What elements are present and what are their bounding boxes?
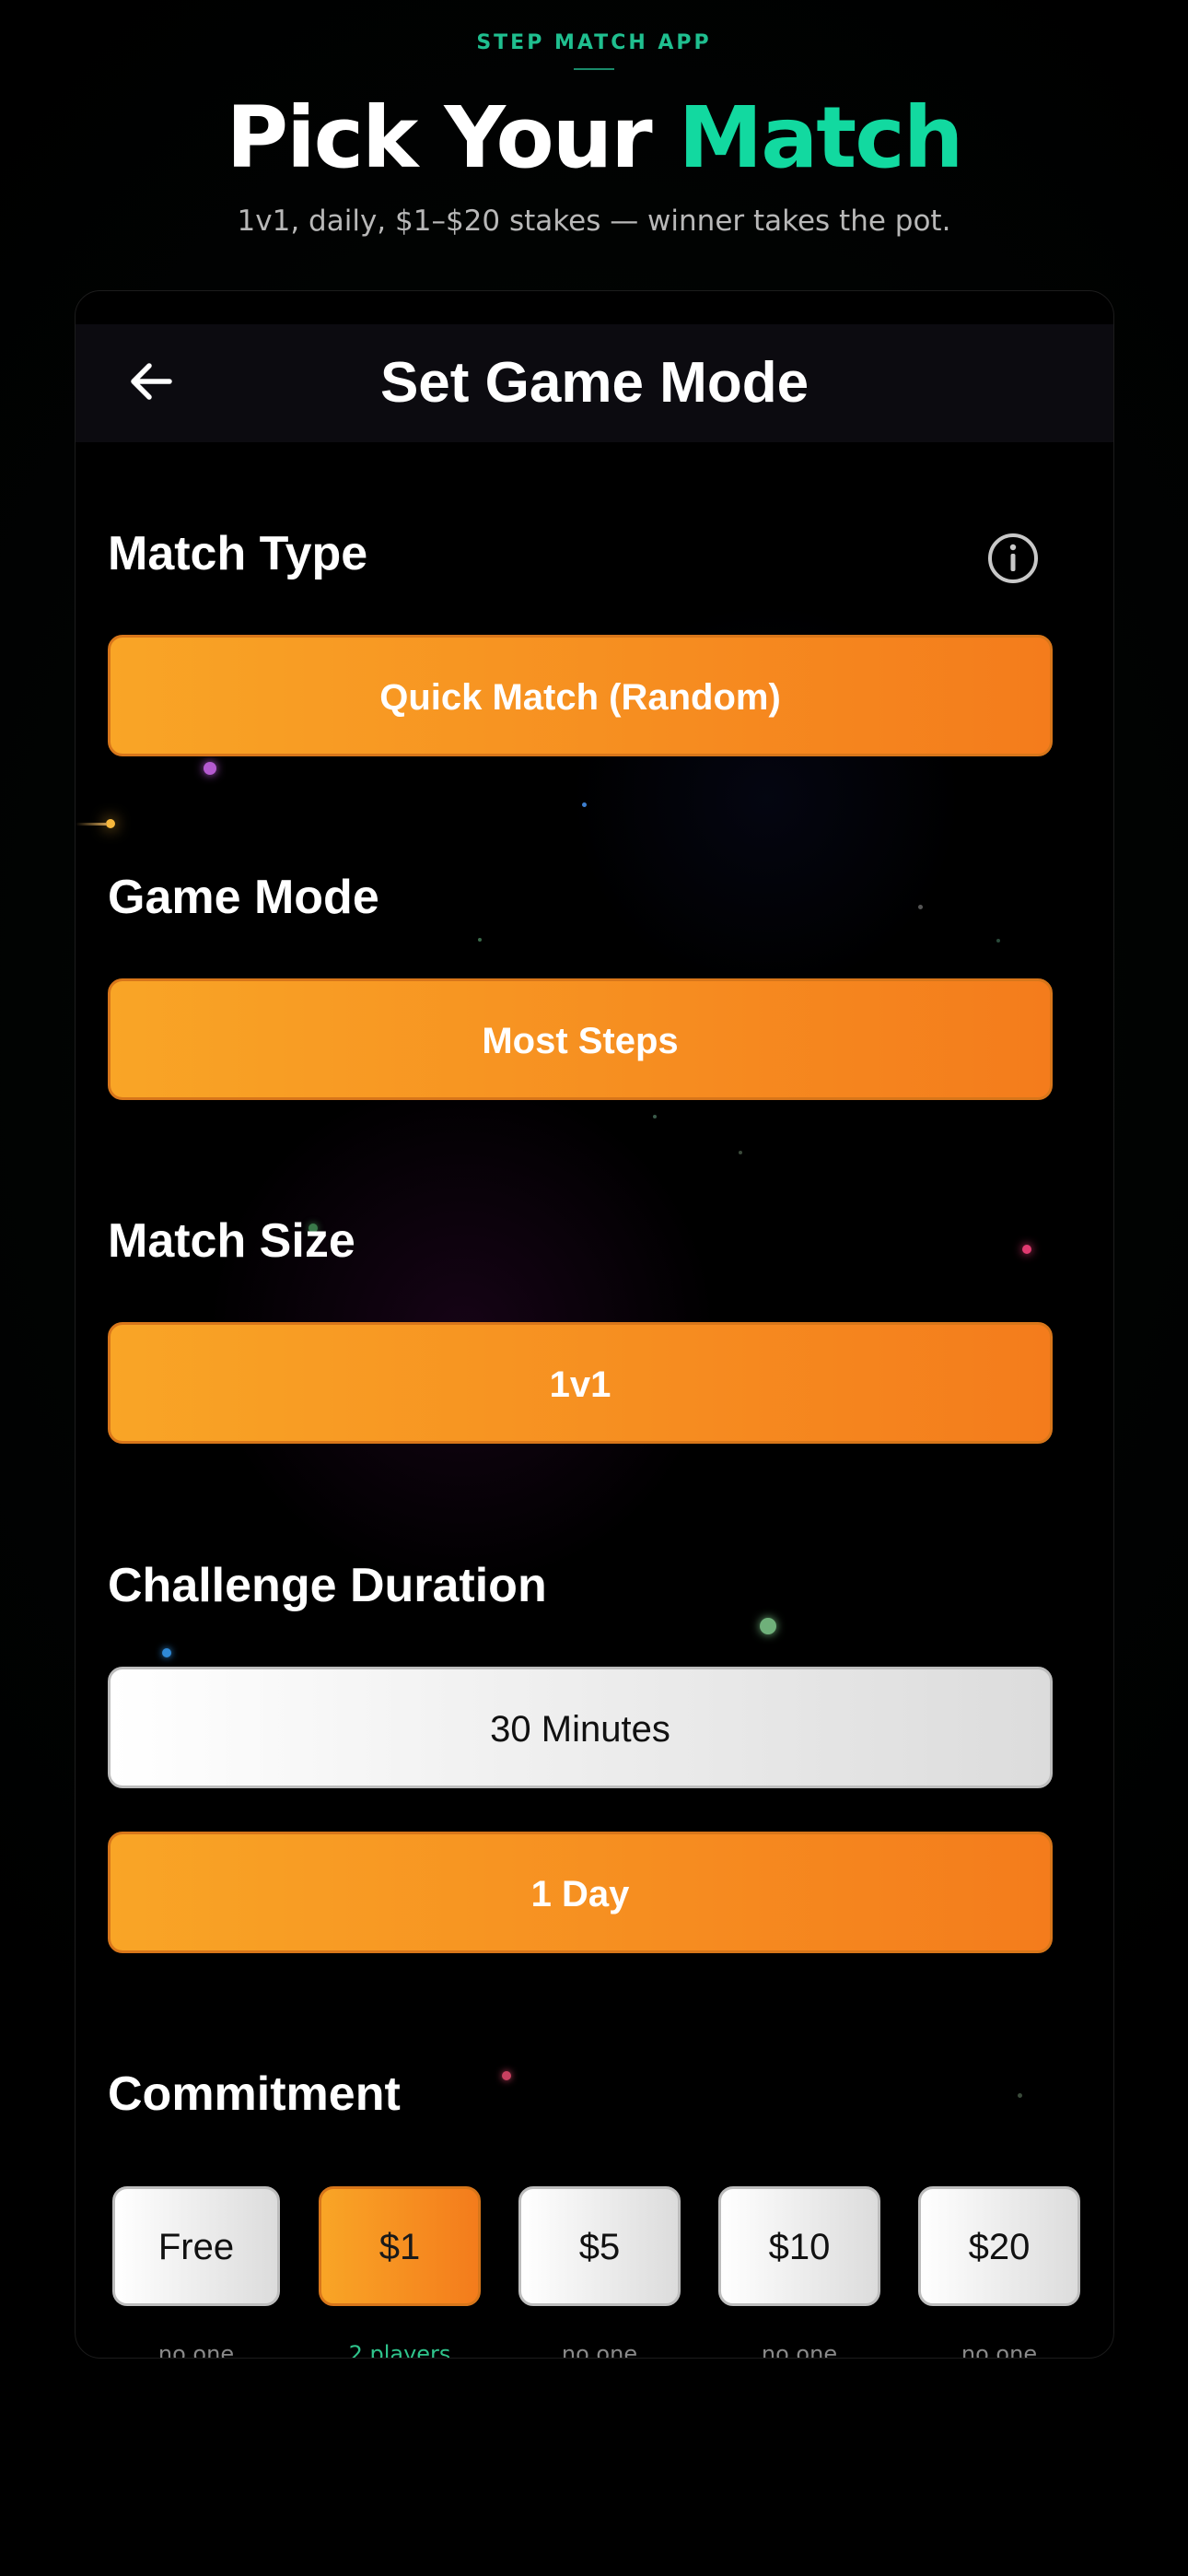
- game-mode-label: Game Mode: [108, 871, 379, 924]
- particle: [162, 1648, 171, 1657]
- match-type-button[interactable]: Quick Match (Random): [108, 635, 1053, 756]
- info-circle-icon[interactable]: [985, 531, 1041, 586]
- arrow-left-icon[interactable]: [123, 354, 179, 409]
- particle-trail: [76, 823, 107, 825]
- stake-caption-20: no one: [961, 2341, 1038, 2359]
- challenge-duration-label: Challenge Duration: [108, 1559, 547, 1612]
- particle: [204, 762, 216, 775]
- stake-option-10[interactable]: $10: [718, 2186, 880, 2306]
- particle: [1018, 2093, 1022, 2098]
- game-mode-button[interactable]: Most Steps: [108, 978, 1053, 1100]
- particle: [739, 1151, 742, 1154]
- match-size-label: Match Size: [108, 1214, 355, 1268]
- particle: [582, 802, 587, 807]
- screen-header: Set Game Mode: [76, 324, 1113, 442]
- stake-caption-10: no one: [761, 2341, 838, 2359]
- match-size-button[interactable]: 1v1: [108, 1322, 1053, 1444]
- particle: [1022, 1245, 1031, 1254]
- screen-title: Set Game Mode: [379, 351, 809, 415]
- stake-option-5[interactable]: $5: [518, 2186, 681, 2306]
- match-type-label: Match Type: [108, 527, 368, 580]
- particle: [478, 938, 482, 942]
- duration-option-1-day[interactable]: 1 Day: [108, 1832, 1053, 1953]
- eyebrow-divider: [574, 68, 614, 70]
- stake-caption-1: 2 players: [348, 2341, 451, 2359]
- app-eyebrow: STEP MATCH APP: [476, 31, 712, 54]
- particle: [760, 1618, 776, 1634]
- phone-frame: Set Game Mode Match Type Quick Match (Ra…: [75, 290, 1114, 2359]
- stake-caption-5: no one: [561, 2341, 638, 2359]
- stake-caption-free: no one: [157, 2341, 235, 2359]
- stake-option-20[interactable]: $20: [918, 2186, 1080, 2306]
- particle: [653, 1115, 657, 1118]
- duration-option-30-minutes[interactable]: 30 Minutes: [108, 1667, 1053, 1788]
- commitment-label: Commitment: [108, 2067, 401, 2121]
- hero-subtitle: 1v1, daily, $1–$20 stakes — winner takes…: [237, 205, 951, 238]
- particle: [918, 905, 923, 909]
- particle: [996, 939, 1000, 943]
- stake-option-free[interactable]: Free: [112, 2186, 280, 2306]
- particle: [106, 819, 115, 828]
- particle: [502, 2071, 511, 2080]
- hero-title-accent: Match: [678, 88, 964, 187]
- hero-title-main: Pick Your: [226, 88, 679, 187]
- stake-option-1[interactable]: $1: [319, 2186, 481, 2306]
- hero-title: Pick Your Match: [0, 88, 1188, 187]
